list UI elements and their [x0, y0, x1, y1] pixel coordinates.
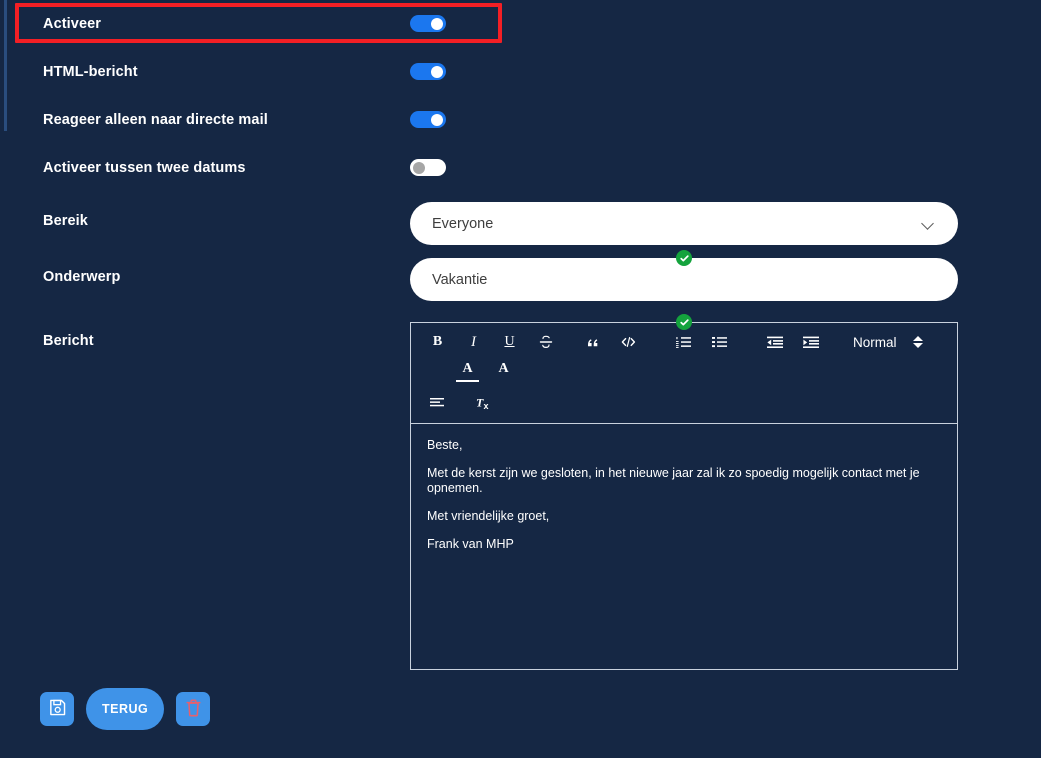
code-block-icon[interactable] — [616, 330, 641, 354]
form-row-html-bericht: HTML-bericht — [0, 63, 1041, 81]
scope-select[interactable]: Everyone — [410, 202, 958, 245]
form-row-bereik: Bereik Everyone — [0, 202, 1041, 245]
toggle-knob — [431, 113, 443, 126]
control-activeer — [410, 15, 1041, 32]
subject-valid-check-icon — [676, 250, 692, 266]
font-color-icon[interactable]: A — [455, 358, 480, 382]
editor-toolbar: B I U Normal A A T x — [411, 323, 957, 424]
control-html-bericht — [410, 63, 1041, 80]
outdent-icon[interactable] — [762, 330, 787, 354]
delete-button[interactable] — [176, 692, 211, 726]
strikethrough-icon[interactable] — [533, 330, 558, 354]
label-html-bericht: HTML-bericht — [43, 64, 138, 80]
toggle-knob — [431, 65, 443, 78]
message-paragraph: Met vriendelijke groet, — [427, 509, 550, 523]
control-bereik: Everyone — [410, 202, 1041, 245]
background-color-icon[interactable]: A — [491, 358, 516, 382]
underline-icon[interactable]: U — [497, 330, 522, 354]
control-onderwerp — [410, 250, 1041, 301]
toggle-knob — [431, 17, 443, 30]
label-activeer: Activeer — [43, 16, 102, 32]
control-reageer-directe-mail — [410, 111, 1041, 128]
bold-icon[interactable]: B — [425, 330, 450, 354]
message-paragraph: Beste, — [427, 438, 463, 452]
up-down-arrows-icon — [912, 336, 923, 348]
svg-text:x: x — [483, 401, 488, 411]
message-paragraph: Met de kerst zijn we gesloten, in het ni… — [427, 466, 920, 495]
message-paragraph: Frank van MHP — [427, 537, 514, 551]
control-bericht: B I U Normal A A T x Beste, Met de kerst… — [410, 314, 1041, 670]
label-bericht: Bericht — [43, 333, 94, 349]
form-row-activeer-tussen-datums: Activeer tussen twee datums — [0, 159, 1041, 177]
trash-can-icon — [184, 698, 203, 721]
message-rich-text-editor: B I U Normal A A T x Beste, Met de kerst… — [410, 322, 958, 670]
label-reageer-directe-mail: Reageer alleen naar directe mail — [43, 112, 268, 128]
ordered-list-icon[interactable] — [671, 330, 696, 354]
save-button[interactable] — [40, 692, 74, 726]
toggle-knob — [413, 161, 425, 174]
chevron-down-icon — [922, 219, 936, 228]
action-button-bar: TERUG — [40, 688, 211, 730]
bullet-list-icon[interactable] — [707, 330, 732, 354]
label-onderwerp: Onderwerp — [43, 269, 121, 285]
message-valid-check-icon — [676, 314, 692, 330]
control-activeer-tussen-datums — [410, 159, 1041, 176]
toggle-html-bericht[interactable] — [410, 63, 446, 80]
clear-formatting-icon[interactable]: T x — [472, 390, 497, 414]
blockquote-icon[interactable] — [580, 330, 605, 354]
indent-icon[interactable] — [798, 330, 823, 354]
format-block-label: Normal — [853, 334, 897, 350]
italic-icon[interactable]: I — [461, 330, 486, 354]
toggle-reageer-directe-mail[interactable] — [410, 111, 446, 128]
floppy-disk-save-icon — [48, 698, 67, 720]
toggle-activeer-tussen-datums[interactable] — [410, 159, 446, 176]
format-block-select[interactable]: Normal — [853, 335, 923, 350]
align-icon[interactable] — [425, 390, 450, 414]
label-activeer-tussen-datums: Activeer tussen twee datums — [43, 160, 246, 176]
form-row-onderwerp: Onderwerp — [0, 250, 1041, 301]
toggle-activeer[interactable] — [410, 15, 446, 32]
label-bereik: Bereik — [43, 213, 88, 229]
form-row-bericht: Bericht B I U Normal A A T x Beste, Met … — [0, 314, 1041, 670]
form-row-reageer-directe-mail: Reageer alleen naar directe mail — [0, 111, 1041, 129]
message-body[interactable]: Beste, Met de kerst zijn we gesloten, in… — [411, 424, 957, 669]
scope-select-value: Everyone — [432, 215, 494, 232]
back-button[interactable]: TERUG — [86, 688, 165, 730]
form-row-activeer: Activeer — [0, 15, 1041, 33]
